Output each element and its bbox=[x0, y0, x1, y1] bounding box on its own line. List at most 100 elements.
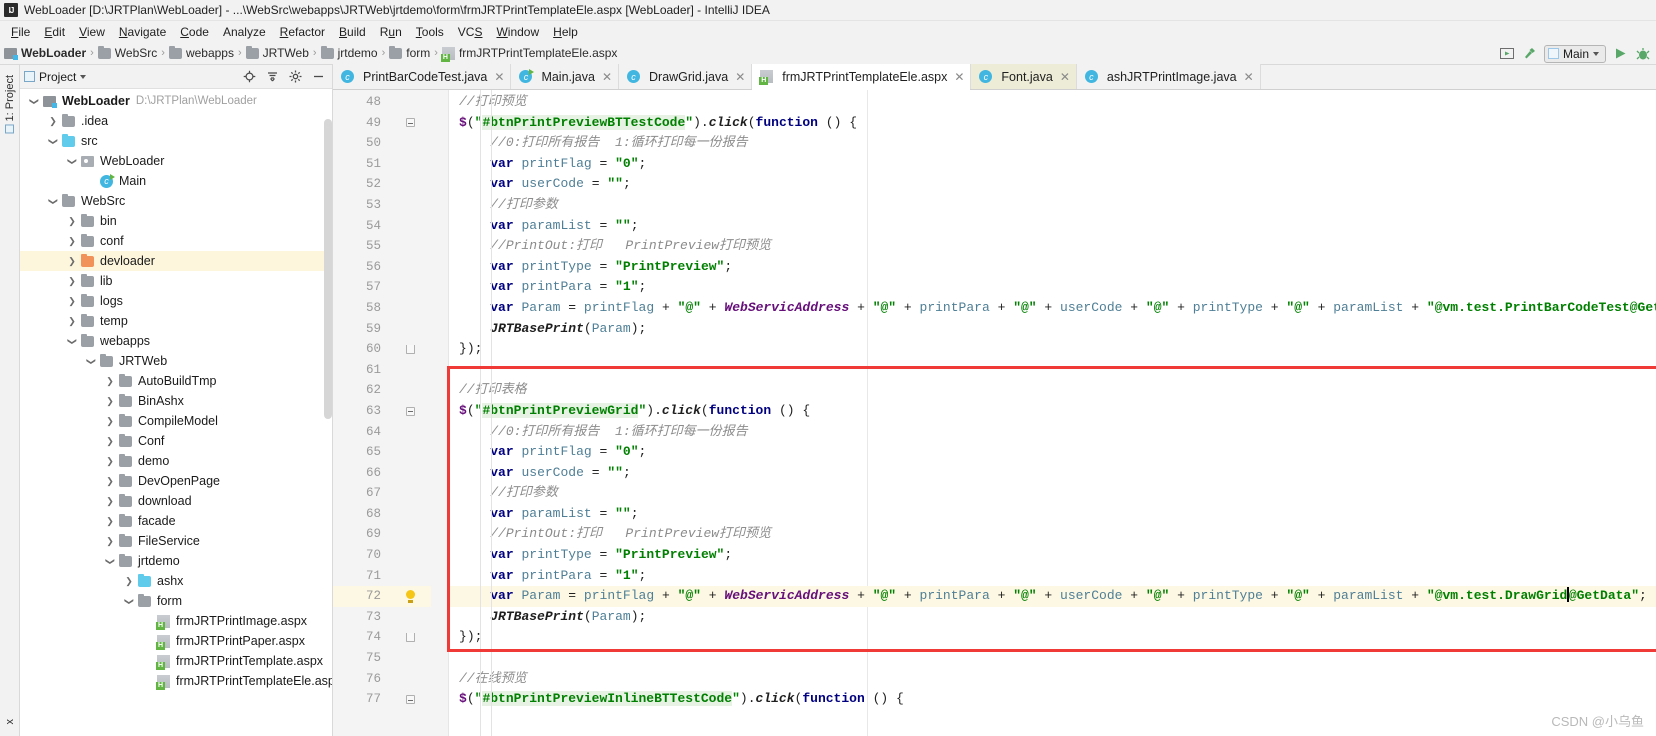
gutter-annotation-row[interactable] bbox=[389, 319, 431, 340]
tree-node-conf[interactable]: ❯ conf bbox=[20, 231, 332, 251]
tree-node-jrtdemo[interactable]: ❯ jrtdemo bbox=[20, 551, 332, 571]
code-line[interactable]: var userCode = ""; bbox=[449, 174, 1656, 195]
gutter-annotation-row[interactable] bbox=[389, 524, 431, 545]
code-line[interactable] bbox=[449, 648, 1656, 669]
chevron-down-icon[interactable]: ❯ bbox=[86, 355, 97, 367]
tree-node-devopenpage[interactable]: ❯ DevOpenPage bbox=[20, 471, 332, 491]
code-line[interactable]: JRTBasePrint(Param); bbox=[449, 607, 1656, 628]
code-line[interactable]: }); bbox=[449, 339, 1656, 360]
code-line[interactable]: //打印参数 bbox=[449, 483, 1656, 504]
gutter-annotation-row[interactable] bbox=[389, 669, 431, 690]
gutter-annotation-row[interactable] bbox=[389, 257, 431, 278]
chevron-right-icon[interactable]: ❯ bbox=[47, 116, 59, 127]
menu-item-build[interactable]: Build bbox=[332, 23, 373, 41]
build-project-icon[interactable] bbox=[1500, 46, 1515, 61]
editor-tab-frmjrtprinttemplateele-aspx[interactable]: frmJRTPrintTemplateEle.aspx ✕ bbox=[752, 64, 972, 90]
menu-item-code[interactable]: Code bbox=[173, 23, 216, 41]
chevron-right-icon[interactable]: ❯ bbox=[123, 576, 135, 587]
menu-item-navigate[interactable]: Navigate bbox=[112, 23, 173, 41]
chevron-right-icon[interactable]: ❯ bbox=[104, 496, 116, 507]
chevron-right-icon[interactable]: ❯ bbox=[66, 316, 78, 327]
code-line[interactable]: var paramList = ""; bbox=[449, 216, 1656, 237]
code-line[interactable]: var userCode = ""; bbox=[449, 463, 1656, 484]
close-icon[interactable]: ✕ bbox=[602, 70, 612, 84]
gutter-annotation-row[interactable] bbox=[389, 339, 431, 360]
tree-node-form[interactable]: ❯ form bbox=[20, 591, 332, 611]
tree-node-webapps[interactable]: ❯ webapps bbox=[20, 331, 332, 351]
gutter-annotation-row[interactable] bbox=[389, 586, 431, 607]
breadcrumb-item-jrtdemo[interactable]: jrtdemo bbox=[320, 45, 378, 60]
tree-node-compilemodel[interactable]: ❯ CompileModel bbox=[20, 411, 332, 431]
minimize-icon[interactable] bbox=[311, 70, 325, 84]
fold-collapse-icon[interactable] bbox=[405, 406, 415, 416]
gutter-annotation-row[interactable] bbox=[389, 113, 431, 134]
gutter-annotation-row[interactable] bbox=[389, 236, 431, 257]
menu-item-help[interactable]: Help bbox=[546, 23, 585, 41]
editor-tab-main-java[interactable]: c Main.java ✕ bbox=[511, 64, 619, 89]
tree-node-autobuildtmp[interactable]: ❯ AutoBuildTmp bbox=[20, 371, 332, 391]
chevron-right-icon[interactable]: ❯ bbox=[66, 276, 78, 287]
tree-node-src[interactable]: ❯ src bbox=[20, 131, 332, 151]
editor-tab-printbarcodetest-java[interactable]: c PrintBarCodeTest.java ✕ bbox=[333, 64, 512, 89]
menu-item-refactor[interactable]: Refactor bbox=[273, 23, 332, 41]
code-line[interactable] bbox=[449, 360, 1656, 381]
locate-icon[interactable] bbox=[242, 70, 256, 84]
code-content[interactable]: //打印预览 $("#btnPrintPreviewBTTestCode").cl… bbox=[449, 90, 1656, 736]
tree-node-ashx[interactable]: ❯ ashx bbox=[20, 571, 332, 591]
fold-collapse-icon[interactable] bbox=[405, 118, 415, 128]
code-line[interactable]: var printType = "PrintPreview"; bbox=[449, 257, 1656, 278]
gutter-annotation-row[interactable] bbox=[389, 422, 431, 443]
tree-node-fileservice[interactable]: ❯ FileService bbox=[20, 531, 332, 551]
breadcrumb-item-frmjrtprinttemplateele-aspx[interactable]: frmJRTPrintTemplateEle.aspx bbox=[440, 46, 617, 62]
chevron-right-icon[interactable]: ❯ bbox=[104, 396, 116, 407]
fold-marker-column[interactable] bbox=[431, 90, 449, 736]
tool-window-tab-project[interactable]: 1: Project bbox=[3, 71, 17, 137]
chevron-right-icon[interactable]: ❯ bbox=[104, 376, 116, 387]
gutter-annotation-row[interactable] bbox=[389, 195, 431, 216]
chevron-right-icon[interactable]: ❯ bbox=[104, 436, 116, 447]
menu-item-window[interactable]: Window bbox=[489, 23, 546, 41]
breadcrumb-item-form[interactable]: form bbox=[389, 45, 430, 60]
tree-node-temp[interactable]: ❯ temp bbox=[20, 311, 332, 331]
chevron-right-icon[interactable]: ❯ bbox=[104, 536, 116, 547]
chevron-down-icon[interactable]: ❯ bbox=[67, 335, 78, 347]
code-line[interactable]: var printPara = "1"; bbox=[449, 566, 1656, 587]
collapse-all-icon[interactable] bbox=[265, 70, 279, 84]
editor-tab-ashjrtprintimage-java[interactable]: c ashJRTPrintImage.java ✕ bbox=[1076, 64, 1261, 89]
code-line[interactable]: //PrintOut:打印 PrintPreview打印预览 bbox=[449, 236, 1656, 257]
code-line[interactable]: var Param = printFlag + "@" + WebServicA… bbox=[449, 586, 1656, 607]
code-editor[interactable]: 48 49 50 51 52 53 54 55 56 57 58 59 60 61 62 63 64 65 66 67… bbox=[333, 90, 1656, 736]
run-configuration-selector[interactable]: Main bbox=[1543, 44, 1606, 63]
code-line[interactable]: var printFlag = "0"; bbox=[449, 154, 1656, 175]
gutter-annotation-row[interactable] bbox=[389, 463, 431, 484]
menu-item-run[interactable]: Run bbox=[373, 23, 409, 41]
tree-node-facade[interactable]: ❯ facade bbox=[20, 511, 332, 531]
code-line[interactable]: JRTBasePrint(Param); bbox=[449, 319, 1656, 340]
code-line[interactable]: $("#btnPrintPreviewGrid").click(function… bbox=[449, 401, 1656, 422]
code-line[interactable]: var printType = "PrintPreview"; bbox=[449, 545, 1656, 566]
menu-item-view[interactable]: View bbox=[72, 23, 112, 41]
gutter-annotation-row[interactable] bbox=[389, 133, 431, 154]
chevron-right-icon[interactable]: ❯ bbox=[66, 236, 78, 247]
close-icon[interactable]: ✕ bbox=[954, 70, 964, 84]
close-icon[interactable]: ✕ bbox=[1244, 70, 1254, 84]
gutter-annotation-row[interactable] bbox=[389, 92, 431, 113]
project-panel-title-group[interactable]: Project bbox=[24, 70, 87, 84]
chevron-right-icon[interactable]: ❯ bbox=[104, 476, 116, 487]
chevron-down-icon[interactable] bbox=[80, 74, 87, 79]
code-line[interactable]: var Param = printFlag + "@" + WebServicA… bbox=[449, 298, 1656, 319]
gutter-annotation-row[interactable] bbox=[389, 483, 431, 504]
breadcrumb-item-websrc[interactable]: WebSrc bbox=[97, 45, 157, 60]
tree-node--idea[interactable]: ❯ .idea bbox=[20, 111, 332, 131]
code-line[interactable]: //0:打印所有报告 1:循环打印每一份报告 bbox=[449, 422, 1656, 443]
gutter-annotation-row[interactable] bbox=[389, 607, 431, 628]
gutter-annotation-row[interactable] bbox=[389, 504, 431, 525]
gutter-annotation-row[interactable] bbox=[389, 401, 431, 422]
chevron-down-icon[interactable]: ❯ bbox=[48, 195, 59, 207]
tree-node-download[interactable]: ❯ download bbox=[20, 491, 332, 511]
tree-node-demo[interactable]: ❯ demo bbox=[20, 451, 332, 471]
gutter-annotation-row[interactable] bbox=[389, 360, 431, 381]
gutter-annotation-row[interactable] bbox=[389, 545, 431, 566]
tree-node-bin[interactable]: ❯ bin bbox=[20, 211, 332, 231]
project-tree[interactable]: ❯ WebLoader D:\JRTPlan\WebLoader ❯ .idea ❯ src… bbox=[20, 89, 332, 736]
